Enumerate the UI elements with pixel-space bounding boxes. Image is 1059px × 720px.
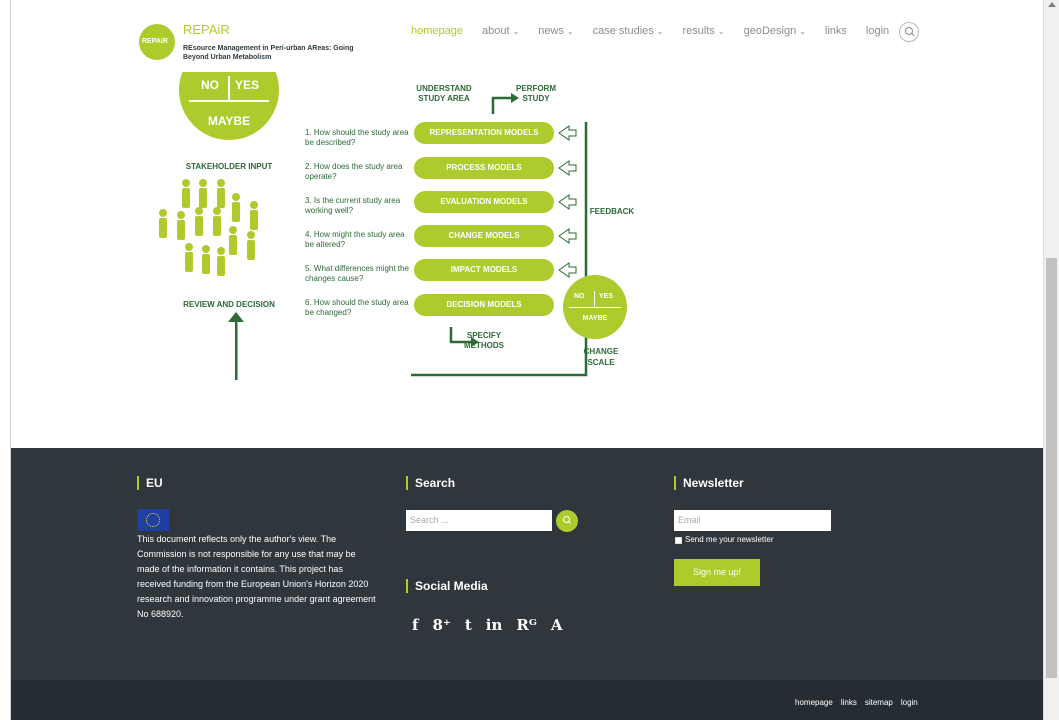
scale-decision-circle: NO YES MAYBE xyxy=(563,275,627,339)
search-heading: Search xyxy=(406,476,455,490)
circle-no-label: NO xyxy=(574,293,585,300)
circle-yes-label: YES xyxy=(235,78,260,92)
site-footer: EU This document reflects only the autho… xyxy=(11,448,1043,680)
bottom-links: homepage links sitemap login xyxy=(795,698,926,707)
circle-no-label: NO xyxy=(201,78,219,92)
facebook-icon[interactable]: f xyxy=(412,616,418,634)
stakeholder-input-label: STAKEHOLDER INPUT xyxy=(185,162,273,171)
nav-label: geoDesign xyxy=(743,25,797,37)
nav-results[interactable]: results ⌄ xyxy=(682,25,724,37)
newsletter-checkbox[interactable] xyxy=(675,537,682,544)
nav-links[interactable]: links xyxy=(825,25,847,37)
nav-label: news xyxy=(538,25,564,37)
nav-login[interactable]: login xyxy=(866,25,889,37)
search-icon[interactable] xyxy=(899,22,919,42)
question-2: 2. How does the study area operate? xyxy=(305,162,403,181)
social-media-heading: Social Media xyxy=(406,579,488,593)
site-logo[interactable]: REPAiR xyxy=(139,24,175,60)
scrollbar-thumb[interactable] xyxy=(1046,258,1057,678)
academia-icon[interactable]: A xyxy=(551,616,563,634)
newsletter-checkbox-label: Send me your newsletter xyxy=(685,535,774,544)
social-icons: f 8⁺ t in Rᴳ A xyxy=(412,616,577,634)
model-process: PROCESS MODELS xyxy=(414,157,554,179)
nav-homepage[interactable]: homepage xyxy=(411,25,463,37)
eu-heading: EU xyxy=(137,476,163,490)
nav-label: login xyxy=(865,25,890,37)
nav-case-studies[interactable]: case studies ⌄ xyxy=(593,25,664,37)
question-6: 6. How should the study area be changed? xyxy=(305,298,409,317)
chevron-down-icon: ⌄ xyxy=(566,27,574,36)
review-decision-label: REVIEW AND DECISION xyxy=(183,300,275,309)
change-scale-label: CHANGE SCALE xyxy=(583,347,619,367)
question-5: 5. What differences might the changes ca… xyxy=(305,264,409,283)
eu-disclaimer: This document reflects only the author's… xyxy=(137,534,376,619)
scrollbar[interactable] xyxy=(1043,0,1059,720)
feedback-label: FEEDBACK xyxy=(589,207,635,216)
scroll-up-icon[interactable] xyxy=(1048,2,1056,7)
bottom-link-login[interactable]: login xyxy=(901,698,918,707)
divider xyxy=(569,307,621,308)
nav-label: homepage xyxy=(411,25,463,37)
nav-label: links xyxy=(824,25,847,37)
chevron-down-icon: ⌄ xyxy=(799,27,806,36)
circle-yes-label: YES xyxy=(599,293,614,300)
chevron-down-icon: ⌄ xyxy=(656,27,664,36)
question-3: 3. Is the current study area working wel… xyxy=(305,196,401,215)
feedback-line xyxy=(235,315,238,380)
nav-news[interactable]: news ⌄ xyxy=(538,25,573,37)
page-frame: REPAiR REPAiR REsource Management in Per… xyxy=(10,0,1043,720)
signup-button[interactable]: Sign me up! xyxy=(674,559,760,586)
site-header: REPAiR REPAiR REsource Management in Per… xyxy=(11,0,1043,72)
model-impact: IMPACT MODELS xyxy=(414,259,554,281)
bottom-link-homepage[interactable]: homepage xyxy=(795,698,833,707)
twitter-icon[interactable]: t xyxy=(465,616,472,634)
divider xyxy=(594,291,595,307)
footer-search-input[interactable]: Search ... xyxy=(406,510,552,531)
brand-title[interactable]: REPAiR xyxy=(183,22,230,37)
bottom-link-sitemap[interactable]: sitemap xyxy=(865,698,893,707)
divider xyxy=(189,100,269,102)
eu-flag-icon xyxy=(137,509,169,531)
bottom-bar: homepage links sitemap login xyxy=(11,680,1043,720)
brand-subtitle: REsource Management in Peri-urban AReas:… xyxy=(183,45,354,61)
specify-label: SPECIFY METHODS xyxy=(464,331,504,350)
nav-label: results xyxy=(682,25,715,37)
google-plus-icon[interactable]: 8⁺ xyxy=(432,616,450,634)
bottom-link-links[interactable]: links xyxy=(841,698,857,707)
newsletter-heading: Newsletter xyxy=(674,476,744,490)
main-nav: homepage about ⌄ news ⌄ case studies ⌄ resu… xyxy=(411,25,908,37)
nav-label: case studies xyxy=(592,25,654,37)
chevron-down-icon: ⌄ xyxy=(717,27,725,36)
question-1: 1. How should the study area be describe… xyxy=(305,128,409,147)
circle-maybe-label: MAYBE xyxy=(582,315,608,322)
linkedin-icon[interactable]: in xyxy=(486,616,503,634)
divider xyxy=(228,76,230,100)
model-change: CHANGE MODELS xyxy=(414,225,554,247)
people-illustration xyxy=(159,179,258,276)
model-decision: DECISION MODELS xyxy=(414,294,554,316)
researchgate-icon[interactable]: Rᴳ xyxy=(516,616,537,634)
logo-text: REPAiR xyxy=(142,38,168,45)
email-field[interactable]: Email xyxy=(674,510,831,531)
search-icon[interactable] xyxy=(556,510,578,532)
circle-maybe-label: MAYBE xyxy=(207,114,251,128)
question-4: 4. How might the study area be altered? xyxy=(305,230,405,249)
nav-geodesign[interactable]: geoDesign ⌄ xyxy=(744,25,806,37)
chevron-down-icon: ⌄ xyxy=(512,27,520,36)
nav-label: about xyxy=(482,25,510,37)
model-evaluation: EVALUATION MODELS xyxy=(414,191,554,213)
nav-about[interactable]: about ⌄ xyxy=(482,25,519,37)
model-representation: REPRESENTATION MODELS xyxy=(414,122,554,144)
